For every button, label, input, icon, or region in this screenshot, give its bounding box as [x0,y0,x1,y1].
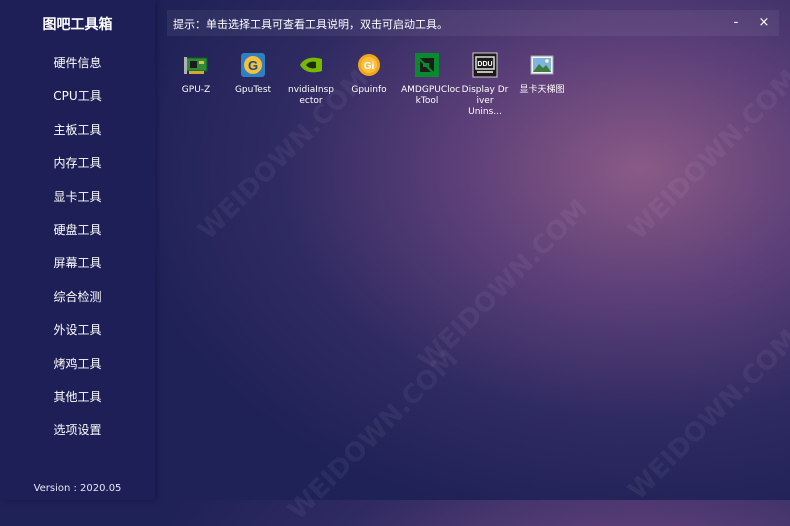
hint-text: 提示：单击选择工具可查看工具说明，双击可启动工具。 [173,18,448,31]
watermark: WEIDOWN.COM [282,344,465,526]
hint-bar: 提示：单击选择工具可查看工具说明，双击可启动工具。 - × [167,10,779,36]
sidebar-item-stress-tools[interactable]: 烤鸡工具 [0,353,155,386]
gputest-icon: G [240,52,266,78]
tool-gpu-z[interactable]: GPU-Z [170,52,222,96]
tool-ddu[interactable]: DDU Display Dr iver Unins... [459,52,511,118]
tool-gpu-ladder[interactable]: 显卡天梯图 [516,52,568,96]
tool-label: AMDGPUCloc kTool [401,85,461,106]
gpu-card-icon [183,52,209,78]
watermark: WEIDOWN.COM [622,324,790,506]
sidebar: 图吧工具箱 硬件信息 CPU工具 主板工具 内存工具 显卡工具 硬盘工具 屏幕工… [0,0,155,500]
minimize-button[interactable]: - [727,14,745,32]
gpuinfo-gear-icon: Gi [356,52,382,78]
tool-label: 显卡天梯图 [519,85,565,95]
sidebar-item-screen-tools[interactable]: 屏幕工具 [0,252,155,285]
sidebar-item-settings[interactable]: 选项设置 [0,419,155,452]
sidebar-nav: 硬件信息 CPU工具 主板工具 内存工具 显卡工具 硬盘工具 屏幕工具 综合检测… [0,52,155,453]
app-title: 图吧工具箱 [42,17,113,33]
image-file-icon [529,52,555,78]
tool-label: nvidiaInsp ector [287,85,335,106]
version-label: Version : 2020.05 [33,483,122,494]
tool-label: Display Dr iver Unins... [461,85,509,117]
sidebar-item-other-tools[interactable]: 其他工具 [0,386,155,419]
tool-amdgpuclocktool[interactable]: AMDGPUCloc kTool [401,52,461,107]
svg-text:G: G [248,58,258,73]
ddu-icon: DDU [472,52,498,78]
tool-nvidia-inspector[interactable]: nvidiaInsp ector [285,52,337,107]
sidebar-item-hardware-info[interactable]: 硬件信息 [0,52,155,85]
tool-gputest[interactable]: G GpuTest [227,52,279,96]
svg-text:Gi: Gi [364,61,375,72]
watermark: WEIDOWN.COM [412,194,595,376]
sidebar-item-peripheral-tools[interactable]: 外设工具 [0,319,155,352]
sidebar-item-cpu-tools[interactable]: CPU工具 [0,85,155,118]
close-button[interactable]: × [755,14,773,32]
svg-text:DDU: DDU [477,61,492,68]
sidebar-item-disk-tools[interactable]: 硬盘工具 [0,219,155,252]
sidebar-item-motherboard-tools[interactable]: 主板工具 [0,119,155,152]
sidebar-item-memory-tools[interactable]: 内存工具 [0,152,155,185]
sidebar-item-overall-test[interactable]: 综合检测 [0,286,155,319]
amd-icon [414,52,440,78]
sidebar-item-gpu-tools[interactable]: 显卡工具 [0,186,155,219]
tool-label: GPU-Z [181,85,211,95]
nvidia-icon [298,52,324,78]
watermark: WEIDOWN.COM [622,64,790,246]
tool-gpuinfo[interactable]: Gi Gpuinfo [343,52,395,96]
tool-label: GpuTest [234,85,272,95]
tool-label: Gpuinfo [351,85,387,95]
